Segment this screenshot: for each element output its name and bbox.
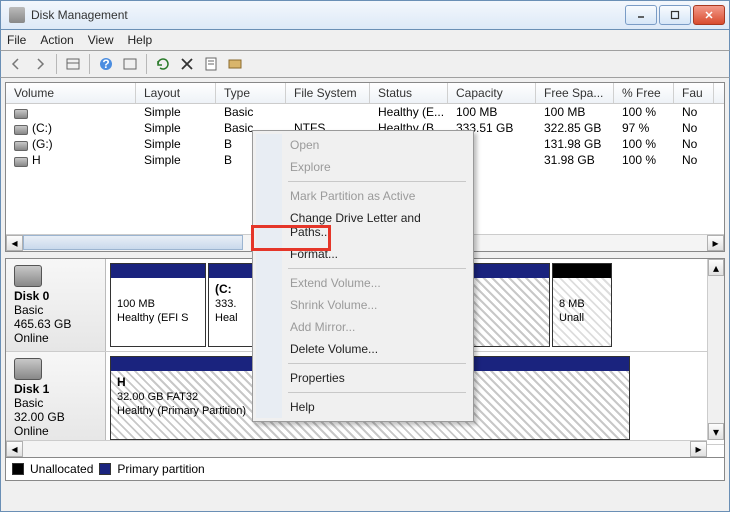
col-pfree[interactable]: % Free <box>614 83 674 103</box>
ctx-change-letter[interactable]: Change Drive Letter and Paths... <box>256 207 470 243</box>
disk-h-scrollbar[interactable]: ◂ ▸ <box>6 440 707 457</box>
settings-button[interactable] <box>224 53 246 75</box>
volume-icon <box>14 141 28 151</box>
scroll-down-icon[interactable]: ▾ <box>708 423 724 440</box>
ctx-mirror: Add Mirror... <box>256 316 470 338</box>
col-type[interactable]: Type <box>216 83 286 103</box>
volume-icon <box>14 157 28 167</box>
scroll-right-icon[interactable]: ▸ <box>707 235 724 251</box>
menu-help[interactable]: Help <box>128 33 153 47</box>
disk-icon <box>14 265 42 287</box>
svg-text:?: ? <box>102 57 109 71</box>
ctx-open: Open <box>256 134 470 156</box>
minimize-button[interactable] <box>625 5 657 25</box>
toolbar: ? <box>0 50 730 78</box>
scroll-left-icon[interactable]: ◂ <box>6 235 23 251</box>
menu-action[interactable]: Action <box>40 33 73 47</box>
forward-button[interactable] <box>29 53 51 75</box>
scroll-thumb[interactable] <box>23 235 243 250</box>
app-icon <box>9 7 25 23</box>
scroll-up-icon[interactable]: ▴ <box>708 259 724 276</box>
menu-view[interactable]: View <box>88 33 114 47</box>
col-filesystem[interactable]: File System <box>286 83 370 103</box>
refresh-button[interactable] <box>152 53 174 75</box>
window-title: Disk Management <box>31 8 623 22</box>
ctx-explore: Explore <box>256 156 470 178</box>
col-free[interactable]: Free Spa... <box>536 83 614 103</box>
back-button[interactable] <box>5 53 27 75</box>
legend: Unallocated Primary partition <box>5 458 725 481</box>
col-layout[interactable]: Layout <box>136 83 216 103</box>
ctx-shrink: Shrink Volume... <box>256 294 470 316</box>
ctx-extend: Extend Volume... <box>256 272 470 294</box>
close-button[interactable] <box>693 5 725 25</box>
col-fault[interactable]: Fau <box>674 83 714 103</box>
table-row[interactable]: SimpleBasicHealthy (E...100 MB100 MB100 … <box>6 104 724 120</box>
col-status[interactable]: Status <box>370 83 448 103</box>
ctx-format[interactable]: Format... <box>256 243 470 265</box>
ctx-help[interactable]: Help <box>256 396 470 418</box>
legend-primary-swatch <box>99 463 111 475</box>
disk-header[interactable]: Disk 0Basic465.63 GBOnline <box>6 259 106 351</box>
scroll-left-icon[interactable]: ◂ <box>6 441 23 457</box>
ctx-delete[interactable]: Delete Volume... <box>256 338 470 360</box>
help-button[interactable]: ? <box>95 53 117 75</box>
disk-icon <box>14 358 42 380</box>
delete-button[interactable] <box>176 53 198 75</box>
options-button[interactable] <box>119 53 141 75</box>
legend-primary: Primary partition <box>117 462 204 476</box>
volume-header: Volume Layout Type File System Status Ca… <box>6 83 724 104</box>
properties-button[interactable] <box>200 53 222 75</box>
col-capacity[interactable]: Capacity <box>448 83 536 103</box>
menu-file[interactable]: File <box>7 33 26 47</box>
scroll-right-icon[interactable]: ▸ <box>690 441 707 457</box>
title-bar: Disk Management <box>0 0 730 30</box>
disk-header[interactable]: Disk 1Basic32.00 GBOnline <box>6 352 106 444</box>
volume-icon <box>14 125 28 135</box>
partition[interactable]: 100 MBHealthy (EFI S <box>110 263 206 347</box>
legend-unalloc-swatch <box>12 463 24 475</box>
view-button[interactable] <box>62 53 84 75</box>
context-menu: Open Explore Mark Partition as Active Ch… <box>252 130 474 422</box>
volume-icon <box>14 109 28 119</box>
ctx-mark-active: Mark Partition as Active <box>256 185 470 207</box>
v-scrollbar[interactable]: ▴ ▾ <box>707 259 724 440</box>
partition[interactable]: 8 MBUnall <box>552 263 612 347</box>
menu-bar: File Action View Help <box>0 30 730 50</box>
legend-unalloc: Unallocated <box>30 462 93 476</box>
col-volume[interactable]: Volume <box>6 83 136 103</box>
ctx-properties[interactable]: Properties <box>256 367 470 389</box>
maximize-button[interactable] <box>659 5 691 25</box>
